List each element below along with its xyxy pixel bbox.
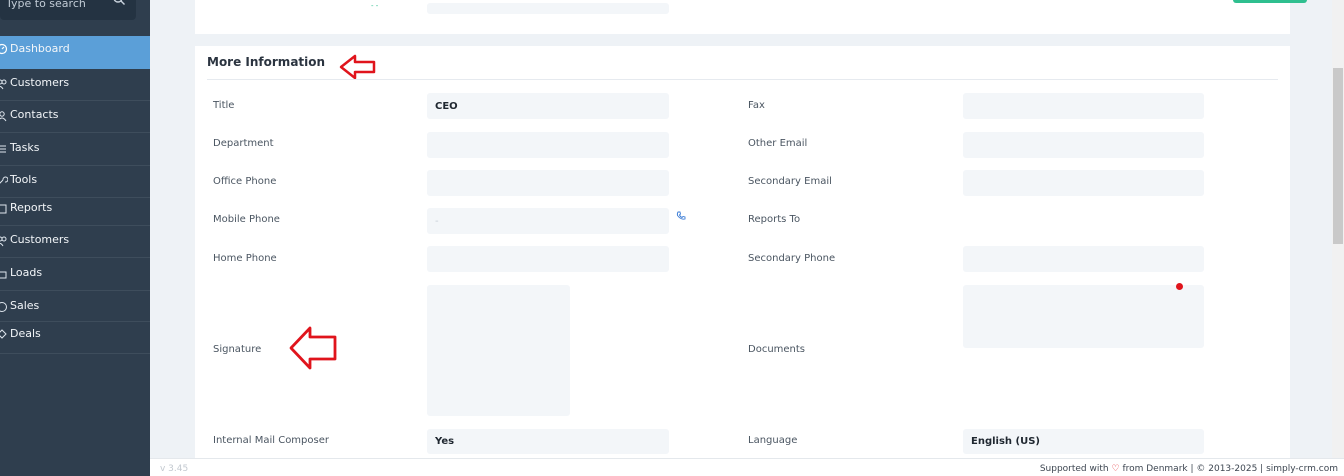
- sidebar-item-label: Customers: [10, 233, 70, 246]
- tasks-icon: [0, 145, 6, 153]
- documents-label: Documents: [748, 344, 806, 355]
- heart-icon: ♡: [1111, 464, 1120, 474]
- version-label: v 3.45: [160, 464, 189, 474]
- sidebar-item-label: Reports: [10, 201, 53, 214]
- sidebar-item-dashboard[interactable]: Dashboard: [0, 36, 150, 69]
- dashboard-icon: [0, 43, 8, 55]
- department-label: Department: [213, 138, 274, 149]
- internal-mail-composer-label: Internal Mail Composer: [213, 435, 329, 446]
- sidebar-item-label: Loads: [10, 266, 43, 279]
- internal-mail-composer-field[interactable]: Yes: [427, 429, 669, 454]
- sidebar-item-customers-2[interactable]: Customers: [0, 226, 150, 258]
- section-divider: [207, 79, 1278, 80]
- annotation-arrow-left-icon: [289, 326, 337, 370]
- vertical-scrollbar[interactable]: [1332, 0, 1344, 458]
- search-input[interactable]: [6, 0, 106, 20]
- sidebar-item-label: Customers: [10, 76, 70, 89]
- customers-icon: [0, 79, 7, 90]
- department-field[interactable]: [427, 132, 669, 158]
- other-email-label: Other Email: [748, 138, 808, 149]
- home-phone-label: Home Phone: [213, 253, 277, 264]
- copyright: © 2013-2025: [1196, 464, 1258, 474]
- sidebar-item-tasks[interactable]: Tasks: [0, 134, 150, 166]
- sidebar-item-label: Tools: [10, 173, 38, 186]
- secondary-phone-field[interactable]: [963, 246, 1204, 272]
- previous-section-field[interactable]: [427, 3, 669, 14]
- loads-icon: [0, 271, 7, 279]
- fax-field[interactable]: [963, 93, 1204, 119]
- sidebar-item-customers[interactable]: Customers: [0, 69, 150, 101]
- title-label: Title: [213, 100, 235, 111]
- deals-icon: [0, 329, 7, 339]
- language-label: Language: [748, 435, 798, 446]
- office-phone-field[interactable]: [427, 170, 669, 196]
- scrollbar-thumb[interactable]: [1333, 68, 1343, 244]
- mobile-phone-field[interactable]: -: [427, 208, 669, 234]
- sidebar-item-label: Tasks: [10, 141, 40, 154]
- search-icon[interactable]: [112, 0, 126, 6]
- sidebar-item-label: Sales: [10, 299, 40, 312]
- footer-credits: Supported with ♡ from Denmark | © 2013-2…: [1039, 464, 1338, 474]
- supported-suffix: from Denmark: [1122, 464, 1188, 474]
- language-field[interactable]: English (US): [963, 429, 1204, 454]
- tools-icon: [0, 176, 8, 184]
- sales-icon: [0, 302, 7, 312]
- secondary-phone-label: Secondary Phone: [748, 253, 836, 264]
- contacts-icon: [0, 111, 7, 122]
- sidebar-item-deals[interactable]: Deals: [0, 322, 150, 354]
- previous-section-card: - -: [195, 0, 1307, 34]
- mobile-phone-label: Mobile Phone: [213, 214, 280, 225]
- fax-label: Fax: [748, 100, 765, 111]
- sidebar-item-contacts[interactable]: Contacts: [0, 101, 150, 133]
- main-content: - - More Information Title CEO Departmen…: [150, 0, 1332, 466]
- customers-icon: [0, 236, 7, 247]
- sidebar-item-reports[interactable]: Reports: [0, 196, 150, 226]
- phone-icon[interactable]: [676, 211, 686, 221]
- secondary-email-label: Secondary Email: [748, 176, 832, 187]
- search-box: [0, 0, 136, 20]
- office-phone-label: Office Phone: [213, 176, 277, 187]
- sidebar-item-tools[interactable]: Tools: [0, 166, 150, 198]
- site-link[interactable]: simply-crm.com: [1266, 464, 1338, 474]
- more-information-card: More Information Title CEO Department Of…: [195, 46, 1290, 466]
- documents-field[interactable]: [963, 285, 1204, 348]
- title-field[interactable]: CEO: [427, 93, 669, 119]
- reports-to-label: Reports To: [748, 214, 801, 225]
- supported-prefix: Supported with: [1039, 464, 1109, 474]
- secondary-email-field[interactable]: [963, 170, 1204, 196]
- section-title: More Information: [207, 55, 326, 69]
- footer: v 3.45 Supported with ♡ from Denmark | ©…: [150, 458, 1344, 476]
- sidebar-item-label: Contacts: [10, 108, 59, 121]
- other-email-field[interactable]: [963, 132, 1204, 158]
- sidebar-item-loads[interactable]: Loads: [0, 259, 150, 291]
- annotation-dot: [1176, 283, 1183, 290]
- signature-label: Signature: [213, 344, 262, 355]
- home-phone-field[interactable]: [427, 246, 669, 272]
- sidebar-item-label: Deals: [10, 327, 41, 340]
- signature-field[interactable]: [427, 285, 570, 416]
- previous-section-marks: - -: [371, 2, 379, 10]
- reports-icon: [0, 204, 7, 214]
- sidebar-item-sales[interactable]: Sales: [0, 292, 150, 322]
- sidebar: Dashboard Customers Contacts Tasks Tools…: [0, 0, 150, 476]
- sidebar-item-label: Dashboard: [10, 42, 70, 55]
- save-button[interactable]: [1233, 0, 1307, 3]
